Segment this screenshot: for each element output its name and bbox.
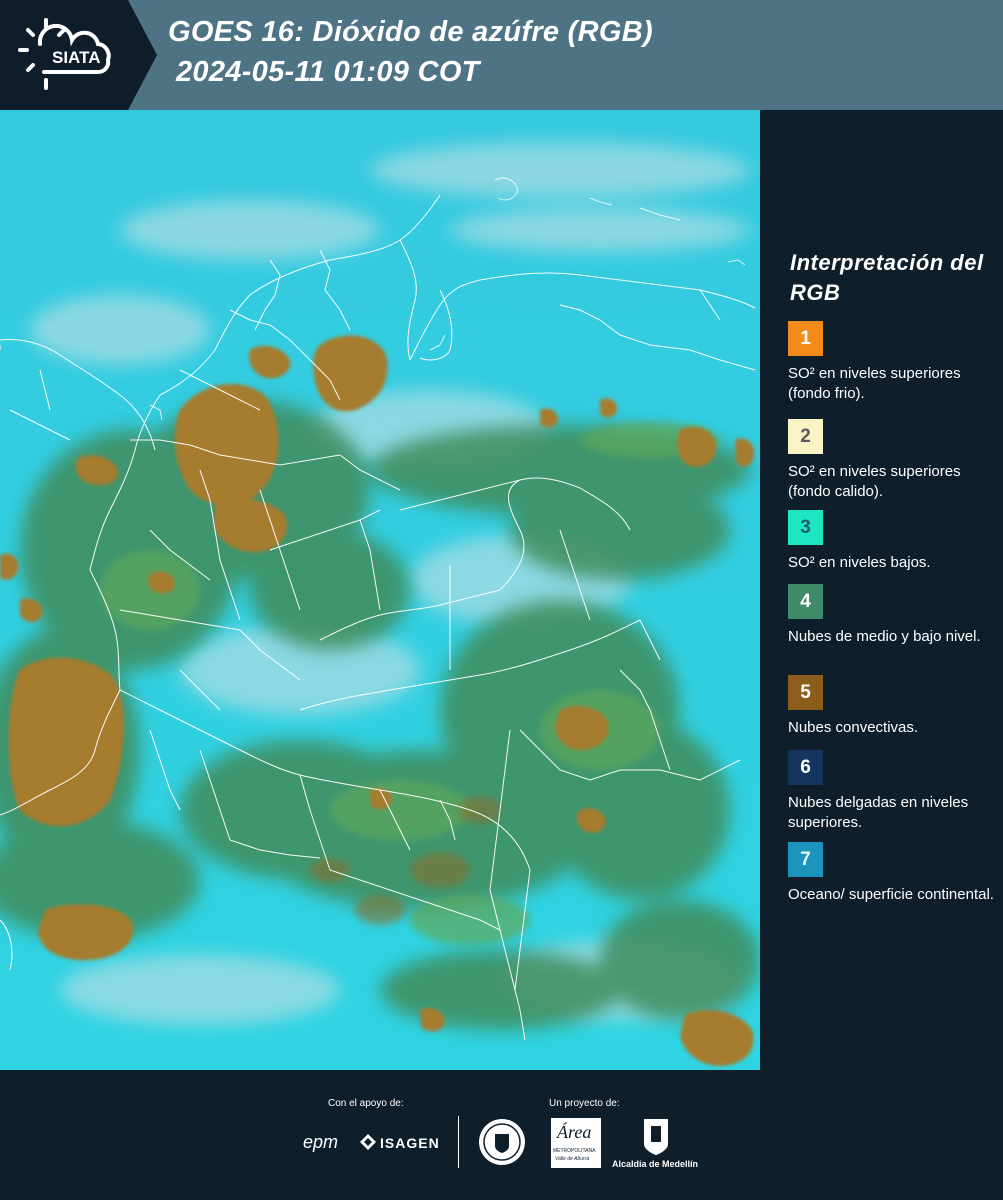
legend-item-5: 5 Nubes convectivas. bbox=[788, 675, 998, 738]
area-logo-subtext: METROPOLITANA bbox=[553, 1148, 596, 1154]
legend-swatch-2: 2 bbox=[788, 419, 823, 454]
legend-swatch-4: 4 bbox=[788, 584, 823, 619]
header: SIATA GOES 16: Dióxido de azúfre (RGB) 2… bbox=[0, 0, 1003, 110]
legend-item-3: 3 SO² en niveles bajos. bbox=[788, 510, 998, 573]
area-logo-text: Área bbox=[557, 1122, 592, 1142]
support-label: Con el apoyo de: bbox=[328, 1098, 404, 1109]
legend-swatch-5: 5 bbox=[788, 675, 823, 710]
area-metropolitana-logo: Área METROPOLITANA Valle de Aburrá bbox=[551, 1118, 601, 1168]
footer-divider bbox=[458, 1116, 459, 1168]
footer: Con el apoyo de: Un proyecto de: epm ISA… bbox=[0, 1070, 1003, 1200]
logo-svg: SIATA bbox=[0, 0, 157, 110]
legend-item-2: 2 SO² en niveles superiores (fondo calid… bbox=[788, 419, 998, 510]
legend-label-4: Nubes de medio y bajo nivel. bbox=[788, 628, 981, 645]
legend-swatch-7: 7 bbox=[788, 842, 823, 877]
isagen-logo: ISAGEN bbox=[380, 1135, 440, 1151]
medellin-seal-icon bbox=[478, 1118, 526, 1166]
satellite-image bbox=[0, 110, 760, 1070]
legend-item-6: 6 Nubes delgadas en niveles superiores. bbox=[788, 750, 998, 833]
legend-label-2: SO² en niveles superiores (fondo calido)… bbox=[788, 463, 961, 500]
legend-label-5: Nubes convectivas. bbox=[788, 719, 919, 736]
area-logo-subtext2: Valle de Aburrá bbox=[555, 1156, 590, 1162]
legend-panel: Interpretación del RGB 1 SO² en niveles … bbox=[760, 110, 1003, 1070]
legend-swatch-3: 3 bbox=[788, 510, 823, 545]
logo-text: SIATA bbox=[52, 48, 100, 67]
isagen-icon bbox=[360, 1134, 376, 1150]
legend-label-6: Nubes delgadas en niveles superiores. bbox=[788, 794, 969, 831]
satellite-map bbox=[0, 110, 760, 1070]
siata-logo: SIATA bbox=[0, 0, 158, 110]
legend-item-7: 7 Oceano/ superficie continental. bbox=[788, 842, 998, 905]
epm-logo: epm bbox=[303, 1132, 339, 1152]
legend-label-7: Oceano/ superficie continental. bbox=[788, 886, 994, 903]
project-label: Un proyecto de: bbox=[549, 1098, 620, 1109]
page-title: GOES 16: Dióxido de azúfre (RGB) bbox=[168, 16, 653, 48]
page-timestamp: 2024-05-11 01:09 COT bbox=[176, 56, 480, 88]
legend-item-1: 1 SO² en niveles superiores (fondo frio)… bbox=[788, 321, 998, 404]
legend-swatch-1: 1 bbox=[788, 321, 823, 356]
legend-item-4: 4 Nubes de medio y bajo nivel. bbox=[788, 584, 998, 647]
alcaldia-shield-icon bbox=[643, 1118, 669, 1156]
legend-label-3: SO² en niveles bajos. bbox=[788, 554, 931, 571]
legend-title: Interpretación del RGB bbox=[790, 250, 984, 305]
legend-label-1: SO² en niveles superiores (fondo frio). bbox=[788, 365, 961, 402]
legend-swatch-6: 6 bbox=[788, 750, 823, 785]
alcaldia-label: Alcaldía de Medellín bbox=[612, 1159, 699, 1169]
